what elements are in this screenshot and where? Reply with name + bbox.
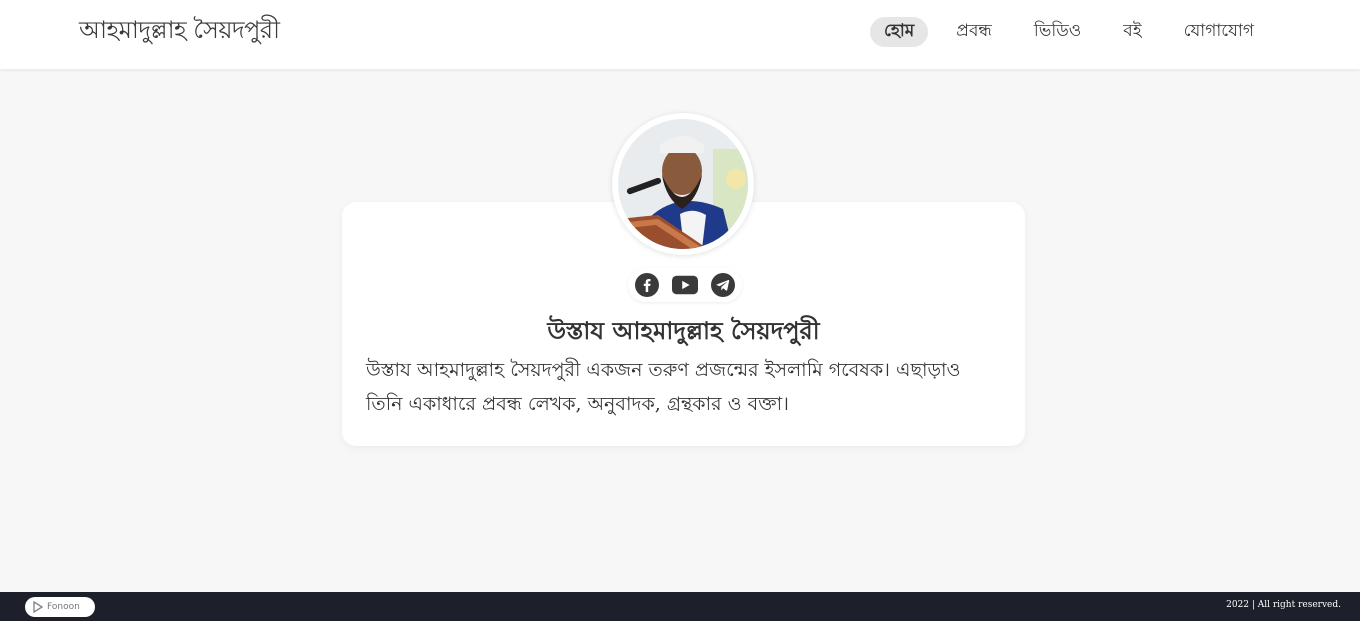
copyright-text: 2022 | All right reserved. [1226, 600, 1341, 610]
site-logo[interactable]: আহমাদুল্লাহ সৈয়দপুরী [79, 12, 280, 52]
profile-bio: উস্তায আহমাদুল্লাহ সৈয়দপুরী একজন তরুণ প… [366, 359, 961, 415]
fonoon-badge[interactable]: Fonoon [25, 597, 95, 617]
main-nav: হোম প্রবন্ধ ভিডিও বই যোগাযোগ [870, 17, 1268, 47]
nav-item-books[interactable]: বই [1109, 17, 1155, 47]
avatar [618, 119, 748, 249]
avatar-frame [612, 113, 754, 255]
footer: Fonoon 2022 | All right reserved. [0, 592, 1360, 621]
nav-item-articles[interactable]: প্রবন্ধ [942, 17, 1006, 47]
nav-item-videos[interactable]: ভিডিও [1020, 17, 1095, 47]
play-icon [33, 601, 43, 613]
nav-item-contact[interactable]: যোগাযোগ [1170, 17, 1268, 47]
profile-name: উস্তায আহমাদুল্লাহ সৈয়দপুরী [547, 316, 820, 345]
facebook-icon[interactable] [634, 272, 660, 298]
header: আহমাদুল্লাহ সৈয়দপুরী হোম প্রবন্ধ ভিডিও … [0, 0, 1360, 69]
social-links [628, 268, 742, 302]
badge-label: Fonoon [47, 602, 80, 612]
youtube-icon[interactable] [672, 272, 698, 298]
nav-item-home[interactable]: হোম [870, 17, 929, 47]
telegram-icon[interactable] [710, 272, 736, 298]
